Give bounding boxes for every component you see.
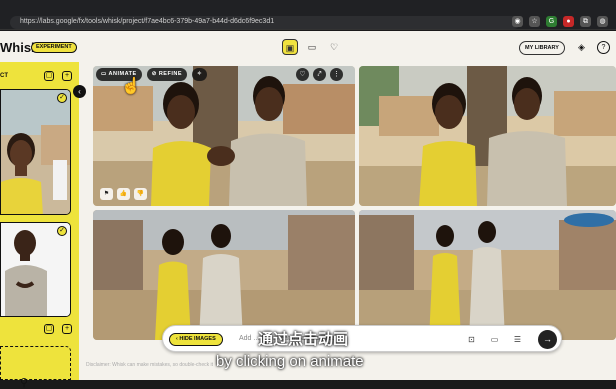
browser-toolbar: https://labs.google/fx/tools/whisk/proje… xyxy=(0,0,616,30)
image-actions: ♡ ⤤ ⋮ xyxy=(296,68,343,81)
collapse-sidebar-icon[interactable]: ‹ xyxy=(73,85,86,98)
sidebar: CT ▢ + ✓ ✓ ▢ + ⚲ xyxy=(0,62,79,389)
generated-image-3[interactable] xyxy=(93,210,355,340)
experiment-badge: EXPERIMENT xyxy=(31,42,77,53)
star-icon[interactable]: ☆ xyxy=(529,16,540,27)
add-scene-icon[interactable]: + xyxy=(62,324,72,334)
subtitle-chinese: 通过点击动画 xyxy=(258,330,349,348)
my-library-button[interactable]: MY LIBRARY xyxy=(519,41,565,55)
view-switcher: ▣ ▭ ♡ xyxy=(282,39,342,55)
scene-drop-zone[interactable] xyxy=(0,346,71,380)
share-icon[interactable]: ⤤ xyxy=(313,68,326,81)
extensions-icon[interactable]: ⧉ xyxy=(580,16,591,27)
images-view-icon[interactable]: ▣ xyxy=(282,39,298,55)
settings-sliders-icon[interactable]: ☰ xyxy=(511,333,524,346)
image-hover-toolbar: ▭ ANIMATE ⊘ REFINE ✧ xyxy=(96,68,208,82)
selected-check-icon: ✓ xyxy=(57,93,67,103)
subtitle-english: by clicking on animate xyxy=(216,353,364,370)
upload-icon[interactable]: ▢ xyxy=(44,324,54,334)
couple-street-image xyxy=(359,210,616,340)
couple-village-image xyxy=(359,66,616,206)
couple-street-image xyxy=(93,210,355,340)
subject-thumb-man[interactable]: ✓ xyxy=(0,222,71,317)
prompt-tools: ⊡ ▭ ☰ xyxy=(465,333,524,346)
location-pin-icon: ⚲ xyxy=(20,377,29,389)
woman-portrait-image xyxy=(1,90,70,214)
browser-extensions: ◉ ☆ G ● ⧉ ◍ xyxy=(512,16,608,27)
refine-button[interactable]: ⊘ REFINE xyxy=(146,68,187,81)
favorites-heart-icon[interactable]: ♡ xyxy=(326,39,342,55)
address-bar[interactable]: https://labs.google/fx/tools/whisk/proje… xyxy=(10,16,520,29)
thumbs-down-icon[interactable]: 👎 xyxy=(134,188,147,200)
subject-thumb-woman[interactable]: ✓ xyxy=(0,89,71,215)
hide-images-button[interactable]: ‹ HIDE IMAGES xyxy=(169,333,223,346)
url-text: https://labs.google/fx/tools/whisk/proje… xyxy=(20,18,275,25)
video-view-icon[interactable]: ▭ xyxy=(304,39,320,55)
generated-image-2[interactable] xyxy=(359,66,616,206)
extension-green-icon[interactable]: G xyxy=(546,16,557,27)
magic-icon[interactable]: ✧ xyxy=(192,68,208,81)
sidebar-section-label: CT xyxy=(0,73,8,79)
help-icon[interactable]: ? xyxy=(597,41,610,54)
eye-icon[interactable]: ◉ xyxy=(512,16,523,27)
man-portrait-image xyxy=(1,223,70,316)
image-bottom-actions: ⚑ 👍 👎 xyxy=(100,188,147,200)
disclaimer-text: Disclaimer: Whisk can make mistakes, so … xyxy=(86,362,213,368)
upload-icon[interactable]: ▢ xyxy=(44,71,54,81)
subject-controls: ▢ + xyxy=(44,71,72,81)
prompt-bar: ‹ HIDE IMAGES Add ... fter is eating an … xyxy=(162,325,562,352)
thumbs-up-icon[interactable]: 👍 xyxy=(117,188,130,200)
hide-images-label: HIDE IMAGES xyxy=(179,336,216,342)
add-subject-icon[interactable]: + xyxy=(62,71,72,81)
selected-check-icon: ✓ xyxy=(57,226,67,236)
flag-icon[interactable]: ⚑ xyxy=(100,188,113,200)
send-icon[interactable]: → xyxy=(538,330,557,349)
mouse-cursor-icon: ☝ xyxy=(121,78,141,95)
profile-icon[interactable]: ◍ xyxy=(597,16,608,27)
favorite-heart-icon[interactable]: ♡ xyxy=(296,68,309,81)
extension-red-icon[interactable]: ● xyxy=(563,16,574,27)
discord-icon[interactable]: ◈ xyxy=(575,41,588,54)
scene-controls: ▢ + xyxy=(44,324,72,334)
crop-icon[interactable]: ⊡ xyxy=(465,333,478,346)
more-options-icon[interactable]: ⋮ xyxy=(330,68,343,81)
refine-label: REFINE xyxy=(158,71,182,77)
aspect-ratio-icon[interactable]: ▭ xyxy=(488,333,501,346)
generated-image-4[interactable] xyxy=(359,210,616,340)
